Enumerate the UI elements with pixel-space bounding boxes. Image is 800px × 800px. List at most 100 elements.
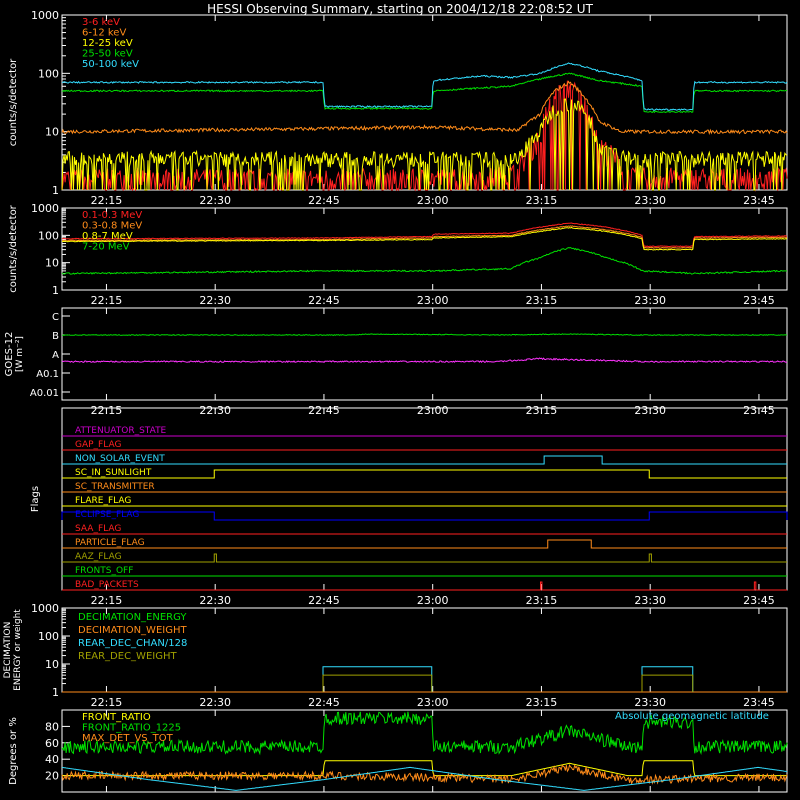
legend-entry: 0.8-7 MeV xyxy=(82,231,133,242)
legend-entry: 3-6 keV xyxy=(82,17,120,28)
y-tick-label: 40 xyxy=(45,753,59,766)
y-tick-label: 1000 xyxy=(31,202,59,215)
x-tick-label: 23:00 xyxy=(417,594,449,607)
legend-entry: DECIMATION_WEIGHT xyxy=(78,625,187,636)
x-tick-label: 22:45 xyxy=(308,194,340,207)
series-line xyxy=(322,674,433,692)
x-tick-label: 22:15 xyxy=(91,294,123,307)
legend-entry: 12-25 keV xyxy=(82,38,133,49)
flag-line xyxy=(62,553,787,563)
y-tick-label: 1 xyxy=(52,284,59,297)
y-tick-label: 1000 xyxy=(31,9,59,22)
y-tick-label: 10 xyxy=(45,658,59,671)
series-line xyxy=(61,80,788,192)
flag-line xyxy=(62,455,787,465)
flag-line xyxy=(62,581,787,591)
y-tick-label: A0.1 xyxy=(36,369,59,380)
legend-entry: FRONT_RATIO_1225 xyxy=(82,723,181,734)
legend-entry: 25-50 keV xyxy=(82,49,133,60)
low_energy-frame xyxy=(61,14,788,191)
x-tick-label: 23:45 xyxy=(743,294,775,307)
series-line xyxy=(61,333,788,336)
x-tick-label: 23:45 xyxy=(743,696,775,709)
y-tick-label: 1000 xyxy=(31,602,59,615)
y-tick-label: 1 xyxy=(52,184,59,197)
x-tick-label: 23:00 xyxy=(417,194,449,207)
x-tick-label: 23:00 xyxy=(417,696,449,709)
series-line xyxy=(61,357,787,364)
y-axis-label: ENERGY or weight xyxy=(13,609,23,691)
legend-entry: DECIMATION_ENERGY xyxy=(78,612,187,623)
series-line xyxy=(641,674,694,692)
x-tick-label: 23:30 xyxy=(634,194,666,207)
flag-label: AAZ_FLAG xyxy=(75,552,122,562)
y-tick-label: 10 xyxy=(45,126,59,139)
series-line xyxy=(62,62,788,112)
x-tick-label: 23:30 xyxy=(634,594,666,607)
flag-line xyxy=(61,511,788,521)
flag-label: SAA_FLAG xyxy=(75,524,121,534)
flag-label: FLARE_FLAG xyxy=(75,496,131,506)
series-line xyxy=(62,760,787,777)
x-tick-label: 22:30 xyxy=(199,194,231,207)
x-tick-label: 22:30 xyxy=(199,294,231,307)
annotation-label: Absolute geomagnetic latitude xyxy=(615,711,769,722)
y-tick-label: B xyxy=(52,331,59,342)
series-line xyxy=(61,763,788,786)
y-axis-label: GOES-12 xyxy=(4,332,15,377)
x-tick-label: 23:15 xyxy=(526,594,558,607)
legend-entry: REAR_DEC_CHAN/128 xyxy=(78,638,187,649)
goes-frame xyxy=(61,307,788,401)
flag-label: NON_SOLAR_EVENT xyxy=(75,454,165,464)
legend-entry: 50-100 keV xyxy=(82,59,139,70)
flag-label: PARTICLE_FLAG xyxy=(75,538,145,548)
y-tick-label: A0.01 xyxy=(30,388,59,399)
flag-line xyxy=(62,469,787,479)
flag-label: GAP_FLAG xyxy=(75,440,121,450)
x-tick-label: 22:30 xyxy=(199,594,231,607)
y-tick-label: 100 xyxy=(38,630,59,643)
legend-entry: FRONT_RATIO xyxy=(82,712,151,723)
legend-entry: REAR_DEC_WEIGHT xyxy=(78,651,177,662)
legend-entry: MAX_DET_VS_TOT xyxy=(82,733,174,744)
y-axis-label: counts/s/detector xyxy=(8,58,19,146)
figure-title: HESSI Observing Summary, starting on 200… xyxy=(207,2,593,16)
x-tick-label: 22:15 xyxy=(91,696,123,709)
x-tick-label: 22:15 xyxy=(91,594,123,607)
flag-label: FRONTS_OFF xyxy=(75,566,133,576)
series-line xyxy=(61,80,788,136)
y-tick-label: 20 xyxy=(45,770,59,783)
legend-entry: 0.1-0.3 MeV xyxy=(82,210,142,221)
y-tick-label: 10 xyxy=(45,257,59,270)
high_energy-frame xyxy=(61,207,788,291)
panels: 22:15 22:30 22:45 23:00 23:15 23:30 23:4511010… xyxy=(3,9,788,793)
flag-line xyxy=(62,539,787,549)
observing-summary-figure: HESSI Observing Summary, starting on 200… xyxy=(3,2,788,793)
x-tick-label: 23:15 xyxy=(526,696,558,709)
flag-label: ATTENUATOR_STATE xyxy=(75,426,167,436)
y-tick-label: 80 xyxy=(45,720,59,733)
x-tick-label: 22:45 xyxy=(308,594,340,607)
x-tick-label: 23:45 xyxy=(743,594,775,607)
x-tick-label: 22:45 xyxy=(308,294,340,307)
legend-entry: 7-20 MeV xyxy=(82,242,130,253)
flag-label: SC_IN_SUNLIGHT xyxy=(75,468,152,478)
legend-entry: 0.3-0.8 MeV xyxy=(82,221,142,232)
x-tick-label: 23:15 xyxy=(526,294,558,307)
y-tick-label: C xyxy=(52,312,59,323)
series-line xyxy=(62,225,788,249)
y-tick-label: 100 xyxy=(38,229,59,242)
x-tick-label: 22:30 xyxy=(199,696,231,709)
x-tick-label: 23:30 xyxy=(634,696,666,709)
y-axis-label: counts/s/detector xyxy=(8,204,19,292)
y-tick-label: 1 xyxy=(52,686,59,699)
y-tick-label: 100 xyxy=(38,67,59,80)
series-line xyxy=(61,246,788,275)
y-axis-label: Flags xyxy=(30,486,41,512)
x-tick-label: 23:15 xyxy=(526,194,558,207)
series-line xyxy=(322,666,433,692)
x-tick-label: 22:15 xyxy=(91,194,123,207)
y-axis-label: DECIMATION xyxy=(3,622,13,679)
series-line xyxy=(641,666,694,692)
x-tick-label: 23:45 xyxy=(743,194,775,207)
